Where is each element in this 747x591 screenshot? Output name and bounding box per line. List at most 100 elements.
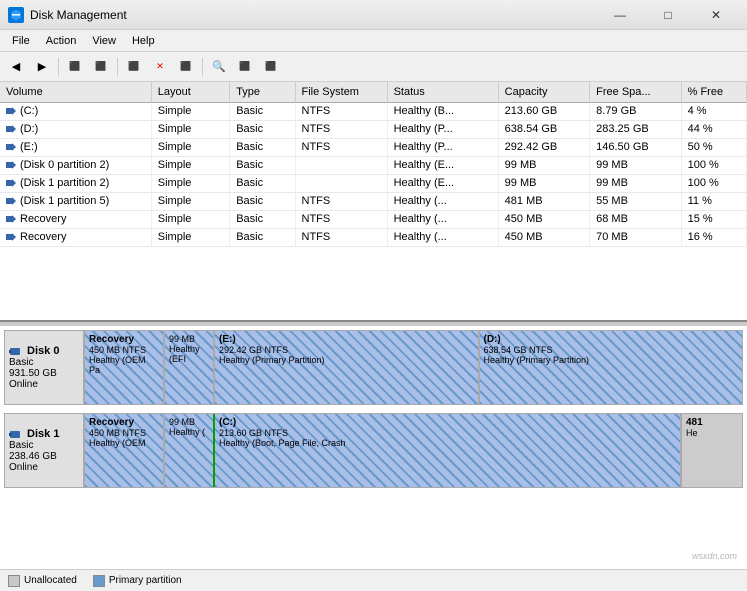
toolbar-btn-4[interactable]: ✕ <box>148 56 172 78</box>
col-filesystem[interactable]: File System <box>295 82 387 102</box>
cell-pct: 15 % <box>681 210 746 228</box>
disk-0-partition-efi[interactable]: 99 MB Healthy (EFI <box>165 331 215 404</box>
cell-layout: Simple <box>151 120 229 138</box>
cell-volume: (E:) <box>0 138 151 156</box>
toolbar-btn-5[interactable]: ⬛ <box>174 56 198 78</box>
disk-1-label: Disk 1 Basic 238.46 GB Online <box>5 414 85 487</box>
disk-1-status: Online <box>9 462 79 473</box>
cell-layout: Simple <box>151 192 229 210</box>
menu-view[interactable]: View <box>84 33 124 49</box>
disk0-part3-size: 638.54 GB NTFS <box>484 345 739 355</box>
window-title: Disk Management <box>30 8 597 22</box>
disk-1-partition-extra[interactable]: 481 He <box>682 414 742 487</box>
col-volume[interactable]: Volume <box>0 82 151 102</box>
cell-fs: NTFS <box>295 120 387 138</box>
menu-bar: File Action View Help <box>0 30 747 52</box>
cell-capacity: 213.60 GB <box>498 102 589 120</box>
cell-layout: Simple <box>151 138 229 156</box>
table-header: Volume Layout Type File System Status Ca… <box>0 82 747 102</box>
cell-type: Basic <box>230 156 295 174</box>
table-row[interactable]: (C:) Simple Basic NTFS Healthy (B... 213… <box>0 102 747 120</box>
col-freespace[interactable]: Free Spa... <box>590 82 681 102</box>
cell-fs <box>295 156 387 174</box>
table-body: (C:) Simple Basic NTFS Healthy (B... 213… <box>0 102 747 246</box>
cell-status: Healthy (P... <box>387 138 498 156</box>
cell-free: 8.79 GB <box>590 102 681 120</box>
disk-1-partition-efi[interactable]: 99 MB Healthy ( <box>165 414 215 487</box>
cell-pct: 11 % <box>681 192 746 210</box>
disk-1-row: Disk 1 Basic 238.46 GB Online Recovery 4… <box>4 413 743 488</box>
cell-layout: Simple <box>151 210 229 228</box>
cell-volume: (Disk 0 partition 2) <box>0 156 151 174</box>
disk-0-status: Online <box>9 379 79 390</box>
disk1-part2-size: 213.60 GB NTFS <box>219 428 676 438</box>
cell-volume: (C:) <box>0 102 151 120</box>
search-button[interactable]: 🔍 <box>207 56 231 78</box>
table-row[interactable]: (D:) Simple Basic NTFS Healthy (P... 638… <box>0 120 747 138</box>
cell-free: 55 MB <box>590 192 681 210</box>
disk0-part0-status: Healthy (OEM Pa <box>89 355 159 375</box>
cell-free: 146.50 GB <box>590 138 681 156</box>
disk-0-partition-d[interactable]: (D:) 638.54 GB NTFS Healthy (Primary Par… <box>480 331 743 404</box>
toolbar-btn-1[interactable]: ⬛ <box>63 56 87 78</box>
disk0-part0-size: 450 MB NTFS <box>89 345 159 355</box>
disk0-part0-name: Recovery <box>89 334 159 345</box>
disk-1-partition-recovery[interactable]: Recovery 450 MB NTFS Healthy (OEM <box>85 414 165 487</box>
cell-free: 99 MB <box>590 156 681 174</box>
cell-fs: NTFS <box>295 192 387 210</box>
cell-type: Basic <box>230 138 295 156</box>
table-row[interactable]: (E:) Simple Basic NTFS Healthy (P... 292… <box>0 138 747 156</box>
disk-1-size: 238.46 GB <box>9 451 79 462</box>
table-row[interactable]: Recovery Simple Basic NTFS Healthy (... … <box>0 210 747 228</box>
disk-0-partition-recovery[interactable]: Recovery 450 MB NTFS Healthy (OEM Pa <box>85 331 165 404</box>
main-content: Volume Layout Type File System Status Ca… <box>0 82 747 591</box>
disk0-part2-status: Healthy (Primary Partition) <box>219 355 474 365</box>
col-layout[interactable]: Layout <box>151 82 229 102</box>
table-row[interactable]: (Disk 0 partition 2) Simple Basic Health… <box>0 156 747 174</box>
back-button[interactable]: ◀ <box>4 56 28 78</box>
disk1-part0-status: Healthy (OEM <box>89 438 159 448</box>
disk1-part2-status: Healthy (Boot, Page File, Crash <box>219 438 676 448</box>
toolbar-separator-3 <box>202 58 203 76</box>
cell-free: 68 MB <box>590 210 681 228</box>
col-status[interactable]: Status <box>387 82 498 102</box>
table-scroll[interactable]: Volume Layout Type File System Status Ca… <box>0 82 747 247</box>
disk1-part3-status: He <box>686 428 738 438</box>
cell-status: Healthy (... <box>387 228 498 246</box>
close-button[interactable]: ✕ <box>693 5 739 25</box>
cell-capacity: 99 MB <box>498 156 589 174</box>
cell-pct: 16 % <box>681 228 746 246</box>
cell-type: Basic <box>230 102 295 120</box>
maximize-button[interactable]: □ <box>645 5 691 25</box>
cell-status: Healthy (E... <box>387 174 498 192</box>
legend-unalloc-label: Unallocated <box>24 575 77 586</box>
toolbar-btn-7[interactable]: ⬛ <box>259 56 283 78</box>
legend-unallocated: Unallocated <box>8 575 77 587</box>
minimize-button[interactable]: — <box>597 5 643 25</box>
cell-free: 70 MB <box>590 228 681 246</box>
disk-1-partition-c[interactable]: (C:) 213.60 GB NTFS Healthy (Boot, Page … <box>215 414 682 487</box>
table-row[interactable]: Recovery Simple Basic NTFS Healthy (... … <box>0 228 747 246</box>
disk-0-partition-e[interactable]: (E:) 292.42 GB NTFS Healthy (Primary Par… <box>215 331 480 404</box>
menu-file[interactable]: File <box>4 33 38 49</box>
col-type[interactable]: Type <box>230 82 295 102</box>
menu-help[interactable]: Help <box>124 33 163 49</box>
col-capacity[interactable]: Capacity <box>498 82 589 102</box>
disk-0-name: Disk 0 <box>9 345 79 357</box>
forward-button[interactable]: ▶ <box>30 56 54 78</box>
toolbar-btn-3[interactable]: ⬛ <box>122 56 146 78</box>
table-row[interactable]: (Disk 1 partition 5) Simple Basic NTFS H… <box>0 192 747 210</box>
menu-action[interactable]: Action <box>38 33 85 49</box>
table-row[interactable]: (Disk 1 partition 2) Simple Basic Health… <box>0 174 747 192</box>
cell-layout: Simple <box>151 156 229 174</box>
disk0-part3-name: (D:) <box>484 334 739 345</box>
toolbar-btn-2[interactable]: ⬛ <box>89 56 113 78</box>
cell-type: Basic <box>230 210 295 228</box>
col-pctfree[interactable]: % Free <box>681 82 746 102</box>
disk0-part2-name: (E:) <box>219 334 474 345</box>
toolbar-btn-6[interactable]: ⬛ <box>233 56 257 78</box>
cell-fs: NTFS <box>295 228 387 246</box>
cell-fs: NTFS <box>295 210 387 228</box>
disk-0-label: Disk 0 Basic 931.50 GB Online <box>5 331 85 404</box>
cell-volume: (D:) <box>0 120 151 138</box>
